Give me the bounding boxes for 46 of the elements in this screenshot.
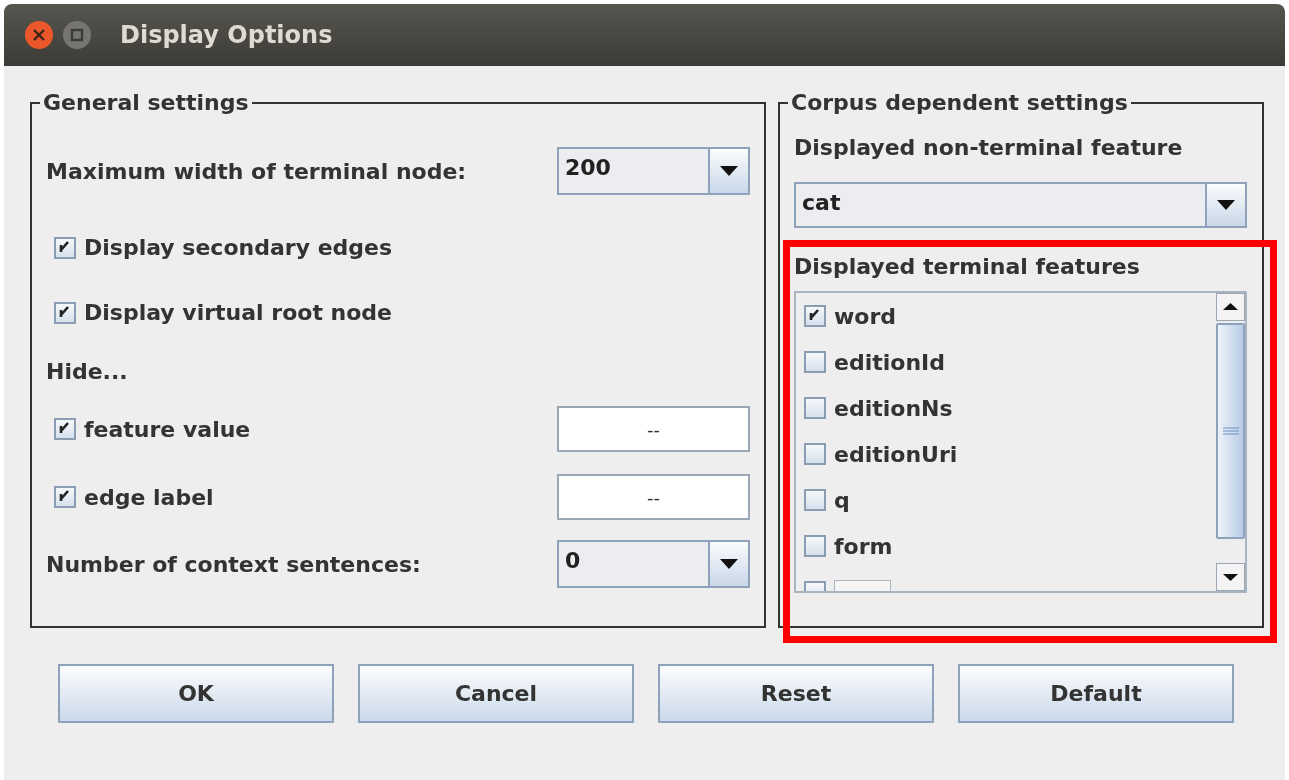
- dialog-button[interactable]: OK: [58, 664, 334, 723]
- checkbox-label: feature value: [84, 416, 251, 442]
- caret-icon: [1216, 199, 1236, 211]
- dropdown[interactable]: cat: [794, 182, 1247, 228]
- checkbox[interactable]: [804, 351, 826, 373]
- checkbox-label: edge label: [84, 484, 214, 510]
- caret-icon: [719, 558, 739, 570]
- input-field[interactable]: --: [557, 406, 750, 452]
- checkbox-label: editionId: [834, 349, 945, 375]
- section-label: Hide...: [46, 359, 129, 384]
- dialog-button[interactable]: Reset: [658, 664, 934, 723]
- checkbox[interactable]: [804, 443, 826, 465]
- checkbox-label: word: [834, 303, 897, 329]
- scroll-down-icon[interactable]: [1216, 563, 1245, 591]
- scroll-up-icon[interactable]: [1216, 293, 1245, 321]
- scroll-thumb[interactable]: [1216, 323, 1245, 539]
- field-label: Maximum width of terminal node:: [46, 158, 467, 184]
- checkbox[interactable]: [804, 535, 826, 557]
- dialog-button[interactable]: Cancel: [358, 664, 634, 723]
- group-title: General settings: [42, 90, 250, 115]
- checkbox-label: editionNs: [834, 395, 953, 421]
- field-label: Number of context sentences:: [46, 551, 421, 577]
- checkbox-label: Display secondary edges: [84, 235, 393, 260]
- checkbox[interactable]: [804, 305, 826, 327]
- field-label: Displayed non-terminal feature: [794, 135, 1184, 160]
- checkbox[interactable]: [54, 236, 76, 259]
- checkbox-label: q: [834, 487, 850, 513]
- checkbox-label: form: [834, 533, 893, 559]
- checkbox-label: Display virtual root node: [84, 300, 392, 325]
- dialog-button[interactable]: Default: [958, 664, 1234, 723]
- checkbox[interactable]: [804, 489, 826, 511]
- checkbox[interactable]: [54, 418, 76, 440]
- dropdown[interactable]: 200: [557, 147, 750, 195]
- group-title: Corpus dependent settings: [790, 90, 1129, 115]
- checkbox[interactable]: [54, 486, 76, 508]
- dropdown[interactable]: 0: [557, 540, 750, 588]
- checkbox-label: editionUri: [834, 441, 958, 467]
- input-field[interactable]: --: [557, 474, 750, 520]
- checkbox[interactable]: [804, 397, 826, 419]
- window-title: Display Options: [120, 21, 333, 49]
- checkbox[interactable]: [54, 301, 76, 324]
- maximize-icon[interactable]: [62, 20, 92, 50]
- caret-icon: [719, 165, 739, 177]
- close-icon[interactable]: [24, 20, 54, 50]
- field-label: Displayed terminal features: [794, 254, 1141, 279]
- scrollbar[interactable]: [1216, 293, 1245, 591]
